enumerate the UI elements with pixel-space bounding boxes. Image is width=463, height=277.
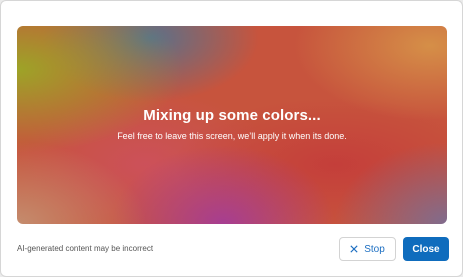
close-button-label: Close xyxy=(412,243,440,255)
stop-button[interactable]: Stop xyxy=(339,237,396,261)
color-gradient-preview: Mixing up some colors... Feel free to le… xyxy=(17,26,447,224)
color-mix-dialog: Mixing up some colors... Feel free to le… xyxy=(0,0,463,277)
close-x-icon xyxy=(350,245,358,253)
ai-disclaimer: AI-generated content may be incorrect xyxy=(17,244,154,253)
stop-button-label: Stop xyxy=(364,243,385,255)
preview-title: Mixing up some colors... xyxy=(143,107,321,124)
preview-subtitle: Feel free to leave this screen, we’ll ap… xyxy=(117,131,347,141)
close-button[interactable]: Close xyxy=(403,237,449,261)
